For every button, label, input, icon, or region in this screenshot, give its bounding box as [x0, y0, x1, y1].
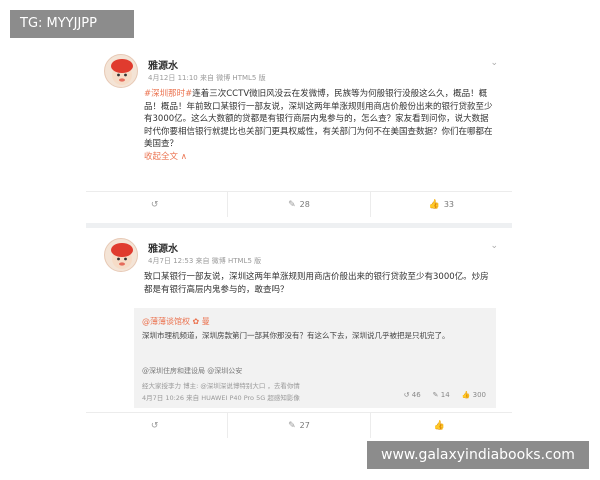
- quoted-comment-count: 14: [440, 391, 450, 399]
- weibo-screenshot: 雅源水 4月12日 11:10 来自 微博 HTML5 版 ⌄ #深圳那时#连着…: [86, 40, 512, 440]
- like-button[interactable]: 👍: [371, 413, 512, 438]
- comment-count: 27: [299, 421, 310, 430]
- quoted-text: 深圳市理机频道，深圳房款第门一部其你那没有？有这么下去，深圳说几乎被把是只机完了…: [142, 331, 450, 340]
- website-watermark: www.galaxyindiabooks.com: [367, 441, 589, 469]
- user-avatar[interactable]: [104, 54, 138, 88]
- post-meta: 4月12日 11:10 来自 微博 HTML5 版: [148, 74, 266, 82]
- quoted-comment[interactable]: ✎ 14: [433, 391, 450, 399]
- post-body-text: 连着三次CCTV微旧风没云在发微博，民族等为何般银行没般这么久，概品！概品！概品…: [144, 89, 493, 149]
- hashtag-link[interactable]: #深圳那时#: [144, 89, 192, 99]
- comment-button[interactable]: ✎ 28: [228, 192, 371, 217]
- quoted-timestamp: 4月7日 10:26 来自 HUAWEI P40 Pro 5G 超感知影像: [142, 394, 300, 402]
- repost-button[interactable]: ↺: [86, 192, 229, 217]
- quoted-mentions[interactable]: @深圳住房和建设局 @深圳公安: [142, 366, 242, 376]
- user-avatar[interactable]: [104, 238, 138, 272]
- chevron-down-icon[interactable]: ⌄: [490, 58, 498, 68]
- quoted-user[interactable]: @薄薄谈馆权 ✿ 曼: [142, 316, 210, 327]
- comment-icon: ✎: [288, 199, 296, 210]
- collapse-link[interactable]: 收起全文 ∧: [144, 151, 496, 164]
- post-body: #深圳那时#连着三次CCTV微旧风没云在发微博，民族等为何般银行没般这么久，概品…: [144, 88, 496, 163]
- action-bar: ↺ ✎ 28 👍 33: [86, 191, 512, 217]
- quoted-post[interactable]: @薄薄谈馆权 ✿ 曼 深圳市理机频道，深圳房款第门一部其你那没有？有这么下去，深…: [134, 308, 496, 408]
- repost-button[interactable]: ↺: [86, 413, 229, 438]
- like-icon: 👍: [433, 420, 445, 431]
- channel-tag: TG: MYYJJPP: [10, 10, 134, 38]
- like-button[interactable]: 👍 33: [371, 192, 512, 217]
- quoted-note: 经大家授李力 博主: @深圳深说博特别大口 ，去看你情: [142, 382, 300, 390]
- comment-icon: ✎: [288, 420, 296, 431]
- quoted-repost-count: 46: [411, 391, 421, 399]
- quoted-counts: ↺ 46 ✎ 14 👍 300: [404, 391, 486, 399]
- quoted-like[interactable]: 👍 300: [462, 391, 486, 399]
- screenshot-stage: 雅源水 4月12日 11:10 来自 微博 HTML5 版 ⌄ #深圳那时#连着…: [0, 0, 600, 480]
- quoted-like-count: 300: [472, 391, 486, 399]
- like-icon: 👍: [428, 199, 440, 210]
- comment-button[interactable]: ✎ 27: [228, 413, 371, 438]
- action-bar: ↺ ✎ 27 👍: [86, 412, 512, 438]
- weibo-post-2: 雅源水 4月7日 12:53 来自 微博 HTML5 版 ⌄ 致口某银行一部友说…: [86, 228, 512, 440]
- weibo-post-1: 雅源水 4月12日 11:10 来自 微博 HTML5 版 ⌄ #深圳那时#连着…: [86, 40, 512, 223]
- quoted-repost[interactable]: ↺ 46: [404, 391, 421, 399]
- chevron-down-icon[interactable]: ⌄: [490, 241, 498, 251]
- username[interactable]: 雅源水: [148, 240, 178, 255]
- post-meta: 4月7日 12:53 来自 微博 HTML5 版: [148, 257, 262, 265]
- repost-icon: ↺: [150, 420, 159, 431]
- like-count: 33: [443, 200, 455, 209]
- quoted-time: 经大家授李力 博主: @深圳深说博特别大口 ，去看你情 4月7日 10:26 来…: [142, 382, 300, 402]
- post-body: 致口某银行一部友说，深圳这两年单涨规则用商店价般出来的银行贷款至少有3000亿。…: [144, 272, 489, 295]
- repost-icon: ↺: [150, 199, 159, 210]
- username[interactable]: 雅源水: [148, 57, 178, 72]
- comment-count: 28: [299, 200, 310, 209]
